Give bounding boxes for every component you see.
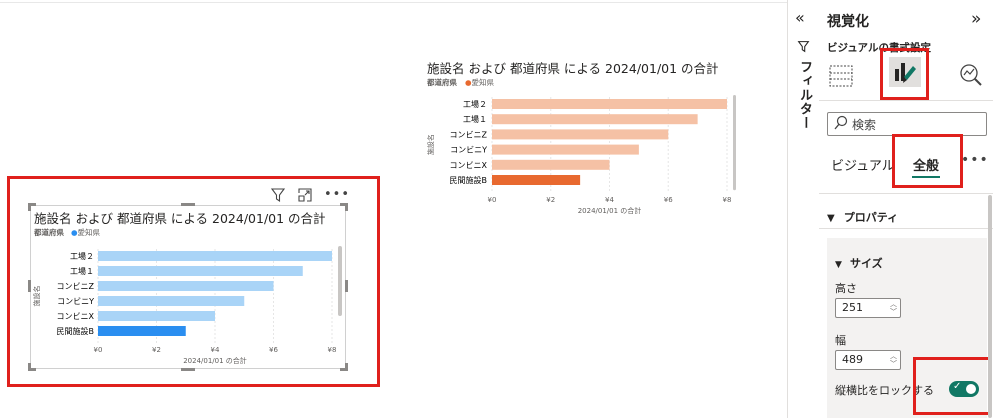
height-value: 251: [842, 301, 863, 314]
top-legend-title: 都道府県: [427, 78, 457, 87]
resize-handle-tr-v[interactable]: [345, 203, 348, 211]
x-axis-title: 2024/01/01 の合計: [183, 356, 247, 365]
x-tick-label: ¥8: [723, 196, 732, 204]
resize-handle-br-v[interactable]: [345, 363, 348, 371]
bar[interactable]: [492, 114, 698, 125]
category-label: 工場２: [70, 251, 94, 261]
resize-handle-right[interactable]: [345, 280, 348, 292]
search-placeholder: 検索: [852, 118, 877, 132]
category-label: コンビニZ: [57, 282, 95, 291]
filters-label[interactable]: フィルター: [795, 60, 814, 130]
x-tick-label: ¥6: [664, 196, 673, 204]
search-icon: [834, 115, 848, 135]
resize-handle-tl-v[interactable]: [28, 203, 31, 211]
bar[interactable]: [98, 296, 245, 306]
bar[interactable]: [98, 251, 332, 261]
collapse-chevrons-icon[interactable]: «: [795, 8, 805, 27]
resize-handle-top[interactable]: [181, 203, 195, 206]
focus-mode-icon[interactable]: [297, 187, 313, 207]
category-label: 民間施設B: [57, 326, 95, 336]
properties-section-header[interactable]: ▼ プロパティ: [827, 206, 898, 225]
bottom-legend-item[interactable]: ●愛知県: [71, 227, 100, 238]
x-tick-label: ¥0: [488, 196, 497, 204]
width-value: 489: [842, 353, 863, 366]
filter-pane-collapsed[interactable]: « フィルター: [787, 0, 820, 418]
bottom-legend-title: 都道府県: [34, 228, 64, 237]
size-section-header[interactable]: ▼ サイズ: [835, 252, 883, 271]
x-tick-label: ¥0: [94, 346, 103, 354]
chart-scrollbar[interactable]: [338, 246, 342, 316]
bar[interactable]: [492, 144, 639, 155]
bottom-legend-item-label: 愛知県: [77, 228, 101, 237]
expand-chevrons-icon[interactable]: »: [971, 9, 981, 29]
more-options-icon[interactable]: •••: [324, 187, 350, 202]
chevron-down-icon: ▼: [827, 213, 835, 224]
x-tick-label: ¥8: [328, 346, 337, 354]
highlight-box-format-icon: [880, 48, 929, 100]
top-bar-chart[interactable]: ¥0 ¥2 ¥4 ¥6 ¥8 工場２ 工場１ コンビニZ コンビニY コンビニX 民間施設B 2024…: [425, 89, 745, 225]
x-tick-label: ¥4: [605, 196, 614, 204]
width-spin-arrows-icon[interactable]: ︿ ﹀: [890, 352, 897, 368]
x-tick-label: ¥6: [269, 346, 278, 354]
bottom-chart-title: 施設名 および 都道府県 による 2024/01/01 の合計: [34, 211, 326, 226]
bar[interactable]: [492, 99, 727, 109]
bar[interactable]: [492, 175, 581, 185]
size-chevron-down-icon: ▼: [835, 260, 842, 270]
pane-scrollbar[interactable]: [988, 195, 992, 418]
top-visual[interactable]: 施設名 および 都道府県 による 2024/01/01 の合計 都道府県 ●愛知…: [425, 55, 745, 225]
filter-icon[interactable]: [270, 187, 286, 207]
category-label: コンビニZ: [450, 130, 488, 139]
category-label: 民間施設B: [450, 175, 488, 185]
filter-funnel-icon: [797, 38, 810, 57]
height-input[interactable]: 251 ︿ ﹀: [835, 298, 901, 318]
x-axis-title: 2024/01/01 の合計: [578, 206, 642, 215]
category-label: 工場１: [70, 266, 94, 276]
bar[interactable]: [98, 311, 215, 321]
bar[interactable]: [492, 159, 610, 170]
highlight-box-general-tab: [892, 134, 963, 188]
height-label: 高さ: [835, 282, 857, 295]
bar[interactable]: [98, 326, 186, 336]
highlight-box-lock-toggle: [913, 357, 991, 415]
width-label: 幅: [835, 334, 846, 347]
search-input[interactable]: 検索: [827, 112, 987, 136]
bottom-bar-chart[interactable]: ¥0 ¥2 ¥4 ¥6 ¥8 工場２ 工場１ コンビニZ コンビニY コンビニX 民間施設B 2024…: [31, 239, 345, 368]
top-legend-item[interactable]: ●愛知県: [465, 77, 494, 88]
tabs-divider: [819, 193, 993, 194]
resize-handle-bottom[interactable]: [181, 368, 195, 371]
category-label: コンビニY: [57, 297, 94, 306]
chart-scrollbar: [733, 95, 736, 191]
category-label: 工場１: [463, 114, 487, 124]
width-input[interactable]: 489 ︿ ﹀: [835, 350, 901, 370]
top-legend-item-label: 愛知県: [471, 78, 495, 87]
category-label: コンビニX: [57, 312, 95, 321]
y-axis-title: 施設名: [32, 286, 41, 307]
pane-divider: [819, 100, 993, 101]
viz-pane-title: 視覚化: [827, 14, 869, 30]
tab-visual[interactable]: ビジュアル: [831, 155, 895, 174]
size-label: サイズ: [850, 257, 883, 270]
category-label: コンビニY: [450, 146, 487, 155]
category-label: 工場２: [463, 99, 487, 109]
bar[interactable]: [492, 129, 669, 140]
bottom-visual[interactable]: 施設名 および 都道府県 による 2024/01/01 の合計 都道府県 ●愛知…: [28, 203, 348, 371]
tabs-more-icon[interactable]: •••: [961, 152, 989, 168]
properties-divider: [819, 228, 993, 229]
x-tick-label: ¥4: [211, 346, 220, 354]
height-spin-arrows-icon[interactable]: ︿ ﹀: [890, 300, 897, 316]
x-tick-label: ¥2: [152, 346, 161, 354]
category-label: コンビニX: [450, 161, 488, 170]
build-visual-icon[interactable]: [828, 63, 854, 93]
properties-label: プロパティ: [843, 211, 899, 224]
y-axis-title: 施設名: [426, 134, 435, 155]
x-tick-label: ¥2: [546, 196, 555, 204]
analytics-icon[interactable]: [958, 62, 984, 92]
bar[interactable]: [98, 281, 274, 291]
top-chart-title: 施設名 および 都道府県 による 2024/01/01 の合計: [427, 61, 719, 76]
canvas-top-border: [0, 2, 787, 3]
visualizations-pane: 視覚化 » ビジュアルの書式設定 検索 ビジュアル 全般 ••• ▼ プロパティ…: [819, 0, 993, 418]
bar[interactable]: [98, 266, 303, 276]
